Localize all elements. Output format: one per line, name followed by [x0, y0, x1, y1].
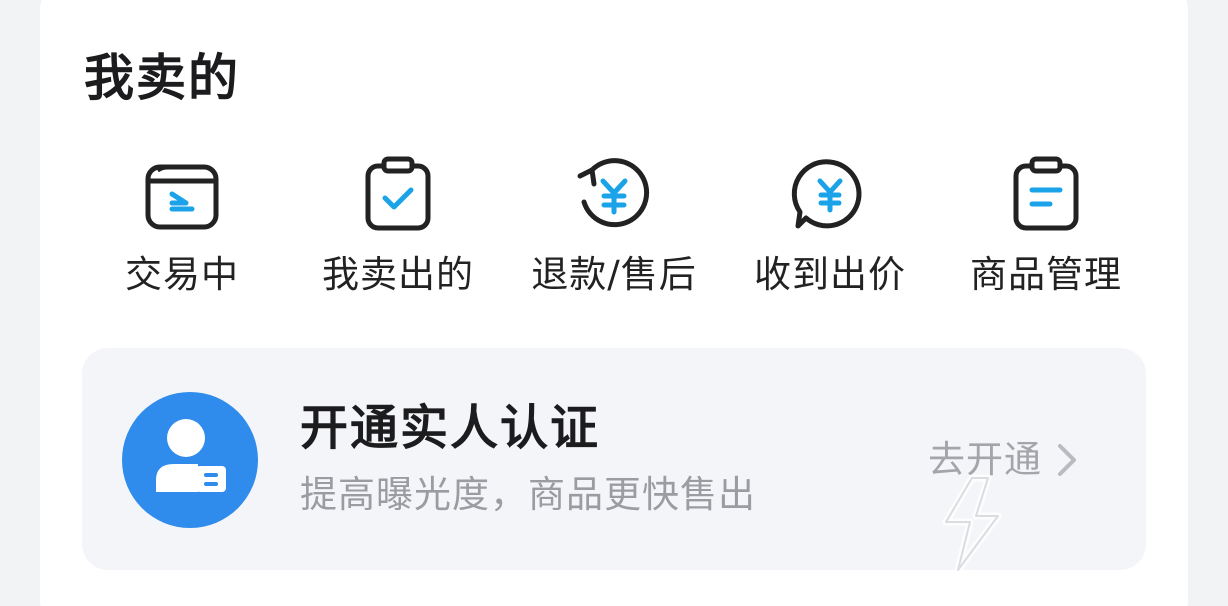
offer-chat-icon [791, 159, 862, 229]
trading-icon [145, 164, 219, 230]
user-verify-icon [156, 419, 226, 492]
menu-item-label: 商品管理 [970, 253, 1122, 296]
menu-item-goods-manage[interactable]: 商品管理 [938, 150, 1154, 310]
menu-item-label: 我卖出的 [322, 253, 474, 296]
selling-menu: 交易中 我卖出的 退款/售后 收到出价 商品管理 [74, 150, 1154, 310]
activate-link[interactable]: 去开通 [928, 436, 1080, 484]
refund-icon [577, 158, 650, 228]
menu-item-offers[interactable]: 收到出价 [722, 150, 938, 310]
menu-item-label: 交易中 [125, 253, 239, 296]
menu-item-sold[interactable]: 我卖出的 [290, 150, 506, 310]
banner-subtitle: 提高曝光度，商品更快售出 [300, 473, 756, 516]
activate-label: 去开通 [928, 438, 1042, 481]
verification-banner[interactable]: 开通实人认证 提高曝光度，商品更快售出 去开通 [82, 348, 1146, 570]
menu-item-label: 收到出价 [754, 253, 906, 296]
banner-title: 开通实人认证 [300, 400, 601, 456]
menu-item-refund[interactable]: 退款/售后 [506, 150, 722, 310]
goods-manage-icon [1013, 156, 1079, 231]
section-title: 我卖的 [84, 49, 240, 107]
chevron-right-icon [1058, 444, 1076, 476]
avatar [122, 392, 258, 528]
sold-clipboard-icon [365, 156, 431, 231]
menu-item-trading[interactable]: 交易中 [74, 150, 290, 310]
menu-item-label: 退款/售后 [531, 253, 697, 296]
